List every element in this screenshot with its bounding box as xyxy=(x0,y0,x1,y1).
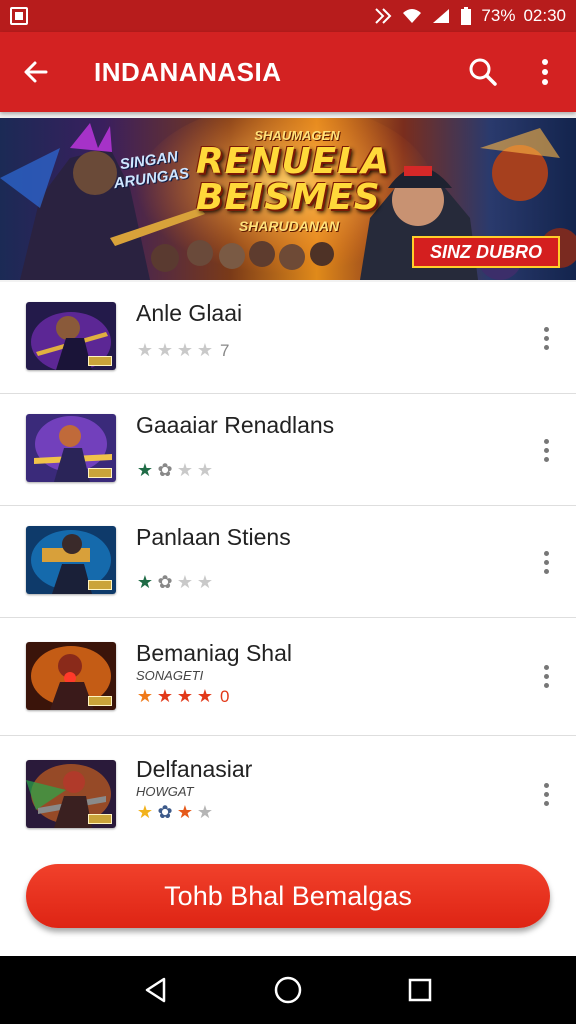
game-thumbnail xyxy=(26,302,116,370)
circle-home-icon xyxy=(274,976,302,1004)
nfc-icon xyxy=(375,8,392,24)
game-thumbnail xyxy=(26,414,116,482)
list-item[interactable]: Gaaaiar Renadlans ★ ✿ ★ ★ xyxy=(0,394,576,506)
status-icons: 73% 02:30 xyxy=(373,6,566,26)
rating: ★ ✿ ★ ★ xyxy=(136,802,214,823)
page-title: INDANANASIA xyxy=(94,56,282,87)
rating: ★ ★ ★ ★ 7 xyxy=(136,340,230,361)
star-icon: ★ xyxy=(156,340,174,360)
star-icon: ★ xyxy=(196,340,214,360)
signal-icon xyxy=(433,9,450,23)
star-icon: ★ xyxy=(136,802,154,822)
star-icon: ★ xyxy=(196,460,214,480)
star-icon: ★ xyxy=(196,572,214,592)
game-thumbnail xyxy=(26,526,116,594)
nav-recents-button[interactable] xyxy=(390,960,450,1020)
star-icon: ★ xyxy=(176,572,194,592)
rating: ★ ✿ ★ ★ xyxy=(136,572,214,593)
star-icon: ★ xyxy=(196,686,214,706)
clock: 02:30 xyxy=(523,6,566,25)
banner-badge: SINGAN ARUNGAS xyxy=(112,148,191,193)
banner-title-line1: RENUELA xyxy=(196,141,391,182)
game-title: Bemaniag Shal xyxy=(136,640,292,666)
rating-value: 0 xyxy=(220,686,230,706)
overflow-menu-button[interactable] xyxy=(514,32,576,112)
game-title: Gaaaiar Renadlans xyxy=(136,412,335,438)
badge-icon: ✿ xyxy=(157,802,173,822)
star-icon: ★ xyxy=(176,340,194,360)
list-item[interactable]: Bemaniag Shal SONAGETI ★ ★ ★ ★ 0 xyxy=(0,618,576,736)
list-item[interactable]: Delfanasiar HOWGAT ★ ✿ ★ ★ xyxy=(0,736,576,852)
status-bar: 73% 02:30 xyxy=(0,0,576,32)
star-icon: ★ xyxy=(156,686,174,706)
item-more-button[interactable] xyxy=(534,656,558,696)
banner-title: RENUELA BEISMES xyxy=(196,141,391,218)
search-icon xyxy=(469,58,497,86)
rating-value: 7 xyxy=(220,340,230,360)
battery-percent: 73% xyxy=(481,6,516,25)
nav-home-button[interactable] xyxy=(258,960,318,1020)
star-icon: ★ xyxy=(176,460,194,480)
star-icon: ★ xyxy=(136,572,154,592)
game-title: Panlaan Stiens xyxy=(136,524,291,550)
star-icon: ★ xyxy=(176,802,194,822)
star-icon: ★ xyxy=(176,686,194,706)
square-recents-icon xyxy=(408,978,432,1002)
system-nav-bar xyxy=(0,956,576,1024)
star-icon: ★ xyxy=(136,460,154,480)
item-more-button[interactable] xyxy=(534,318,558,358)
item-more-button[interactable] xyxy=(534,542,558,582)
star-icon: ★ xyxy=(136,686,154,706)
arrow-back-icon xyxy=(24,61,48,83)
search-button[interactable] xyxy=(452,32,514,112)
rating: ★ ★ ★ ★ 0 xyxy=(136,686,230,707)
game-thumbnail xyxy=(26,642,116,710)
list-item[interactable]: Anle Glaai ★ ★ ★ ★ 7 xyxy=(0,282,576,394)
star-icon: ★ xyxy=(196,802,214,822)
bottom-action-area: Tohb Bhal Bemalgas xyxy=(0,846,576,956)
item-more-button[interactable] xyxy=(534,430,558,470)
wifi-icon xyxy=(403,9,422,23)
primary-action-button[interactable]: Tohb Bhal Bemalgas xyxy=(26,864,550,928)
back-button[interactable] xyxy=(0,32,72,112)
banner-subtitle: SHARUDANAN xyxy=(238,218,340,234)
banner-title-line2: BEISMES xyxy=(196,177,381,218)
notification-app-icon xyxy=(10,7,28,25)
game-title: Delfanasiar xyxy=(136,756,253,782)
game-subtitle: SONAGETI xyxy=(136,668,204,683)
game-list: Anle Glaai ★ ★ ★ ★ 7 Gaaaiar Renadlans ★… xyxy=(0,282,576,852)
item-more-button[interactable] xyxy=(534,774,558,814)
game-thumbnail xyxy=(26,760,116,828)
triangle-back-icon xyxy=(145,977,166,1003)
list-item[interactable]: Panlaan Stiens ★ ✿ ★ ★ xyxy=(0,506,576,618)
rating: ★ ✿ ★ ★ xyxy=(136,460,214,481)
battery-icon xyxy=(461,7,472,25)
game-title: Anle Glaai xyxy=(136,300,243,326)
app-bar: INDANANASIA xyxy=(0,32,576,112)
more-vert-icon xyxy=(542,59,548,85)
game-subtitle: HOWGAT xyxy=(136,784,194,799)
banner-tag: SINZ DUBRO xyxy=(412,236,560,268)
badge-icon: ✿ xyxy=(157,572,173,592)
star-icon: ★ xyxy=(136,340,154,360)
badge-icon: ✿ xyxy=(157,460,173,480)
nav-back-button[interactable] xyxy=(126,960,186,1020)
promo-banner[interactable]: SHAUMAGEN RENUELA BEISMES SHARUDANAN SIN… xyxy=(0,118,576,280)
